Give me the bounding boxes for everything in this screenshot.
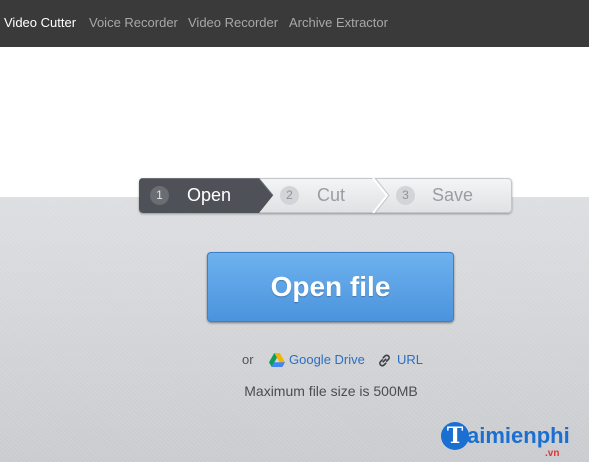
taimienphi-watermark: T aimienphi .vn [441,420,586,462]
watermark-domain: .vn [545,448,560,459]
watermark-text: aimienphi [467,423,570,448]
url-label: URL [397,352,424,367]
or-label: or [242,352,254,367]
nav-item-voice-recorder[interactable]: Voice Recorder [89,15,178,31]
top-navigation-bar: Video Cutter Voice Recorder Video Record… [0,0,589,47]
step-number: 3 [396,186,415,205]
step-number: 1 [150,186,169,205]
max-file-size-note: Maximum file size is 500MB [244,383,418,399]
watermark-logo-letter: T [441,422,469,450]
step-cut[interactable]: 2 Cut [266,178,376,213]
link-icon [379,354,390,367]
steps-bar: 1 Open 2 Cut 3 Save [139,178,512,213]
nav-item-archive-extractor[interactable]: Archive Extractor [289,15,388,31]
step-label: Save [432,185,474,205]
header-space [0,47,589,197]
step-number: 2 [280,186,299,205]
open-file-button[interactable]: Open file [207,252,454,322]
nav-item-video-recorder[interactable]: Video Recorder [188,15,278,31]
nav-item-video-cutter[interactable]: Video Cutter [4,15,76,31]
step-open[interactable]: 1 Open [139,178,264,213]
google-drive-icon [269,353,285,367]
step-save[interactable]: 3 Save [378,178,512,213]
google-drive-label: Google Drive [289,352,365,367]
step-label: Cut [317,185,346,205]
app-root: Video Cutter Voice Recorder Video Record… [0,0,589,462]
step-label: Open [187,185,232,205]
